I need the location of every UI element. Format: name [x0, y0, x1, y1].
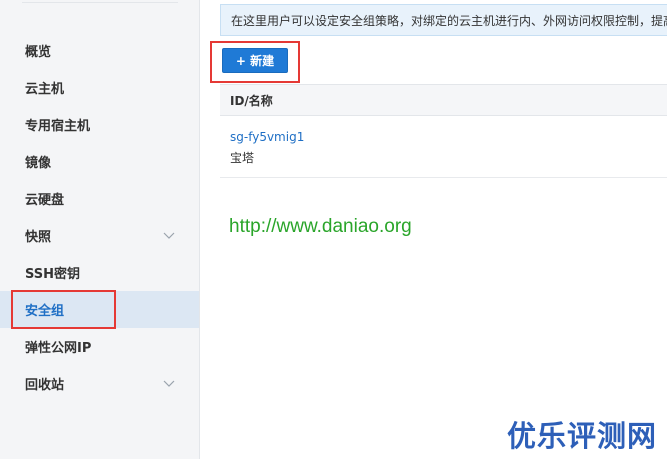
table-header: ID/名称 — [220, 84, 667, 116]
sidebar-item-ssh-key[interactable]: SSH密钥 — [0, 254, 199, 291]
new-button[interactable]: + 新建 — [222, 48, 288, 73]
sidebar-divider — [22, 2, 178, 3]
watermark-url: http://www.daniao.org — [229, 216, 412, 237]
sidebar-item-label: 概览 — [25, 45, 52, 60]
sidebar-item-overview[interactable]: 概览 — [0, 32, 199, 69]
sidebar-item-label: 专用宿主机 — [25, 119, 91, 134]
sidebar-item-label: 快照 — [25, 230, 52, 245]
sidebar-item-label: 安全组 — [25, 304, 65, 319]
notice-text: 在这里用户可以设定安全组策略，对绑定的云主机进行内、外网访问权限控制，提高 — [231, 13, 667, 28]
sidebar-item-label: 云主机 — [25, 82, 65, 97]
console-page: 概览 云主机 专用宿主机 镜像 云硬盘 快照 SSH密钥 安全组 弹性公网IP — [0, 0, 667, 459]
sidebar-item-label: SSH密钥 — [25, 267, 81, 282]
sidebar-item-security-group[interactable]: 安全组 — [0, 291, 199, 328]
security-group-id-link[interactable]: sg-fy5vmig1 — [230, 130, 304, 144]
sidebar-item-cloud-host[interactable]: 云主机 — [0, 69, 199, 106]
sidebar-item-dedicated-host[interactable]: 专用宿主机 — [0, 106, 199, 143]
sidebar-item-image[interactable]: 镜像 — [0, 143, 199, 180]
sidebar-item-label: 回收站 — [25, 378, 65, 393]
table-row: sg-fy5vmig1 宝塔 — [220, 116, 667, 178]
sidebar-item-elastic-ip[interactable]: 弹性公网IP — [0, 328, 199, 365]
chevron-down-icon[interactable] — [163, 377, 175, 389]
main-content: 在这里用户可以设定安全组策略，对绑定的云主机进行内、外网访问权限控制，提高 + … — [200, 0, 667, 459]
sidebar-item-snapshot[interactable]: 快照 — [0, 217, 199, 254]
sidebar-item-label: 镜像 — [25, 156, 52, 171]
info-notice: 在这里用户可以设定安全组策略，对绑定的云主机进行内、外网访问权限控制，提高 — [220, 4, 667, 36]
chevron-down-icon[interactable] — [163, 229, 175, 241]
security-group-name: 宝塔 — [230, 151, 255, 165]
sidebar-item-cloud-disk[interactable]: 云硬盘 — [0, 180, 199, 217]
column-header-id-name: ID/名称 — [230, 93, 273, 108]
sidebar-item-label: 云硬盘 — [25, 193, 65, 208]
sidebar: 概览 云主机 专用宿主机 镜像 云硬盘 快照 SSH密钥 安全组 弹性公网IP — [0, 0, 200, 459]
sidebar-item-label: 弹性公网IP — [25, 341, 92, 356]
sidebar-item-recycle-bin[interactable]: 回收站 — [0, 365, 199, 402]
watermark-brand: 优乐评测网 — [507, 419, 658, 453]
